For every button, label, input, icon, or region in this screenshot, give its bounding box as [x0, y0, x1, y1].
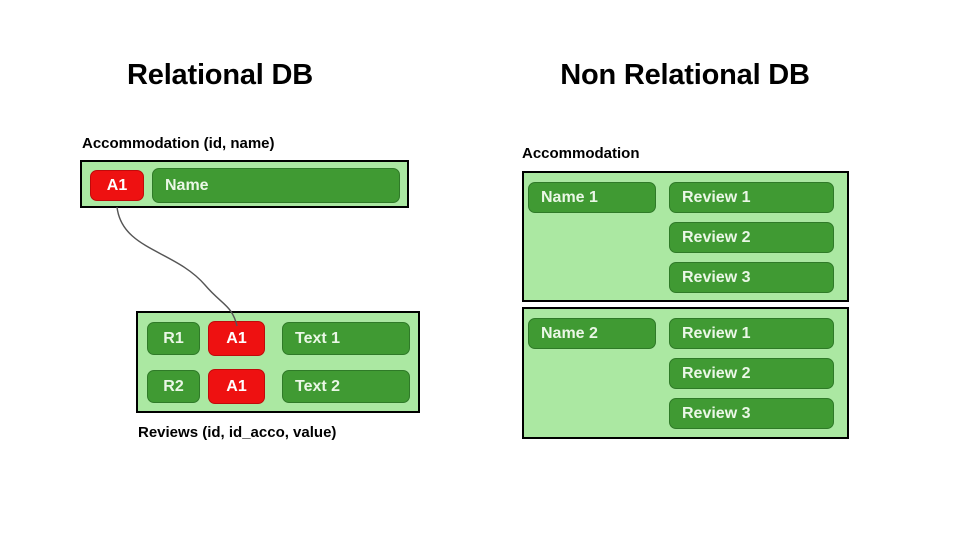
- document-2-review-3: Review 3: [669, 398, 834, 429]
- document-1-review-1: Review 1: [669, 182, 834, 213]
- reviews-row1-id-cell: R1: [147, 322, 200, 355]
- document-1-review-2: Review 2: [669, 222, 834, 253]
- accommodation-table-caption: Accommodation (id, name): [82, 135, 275, 152]
- document-2-name-field: Name 2: [528, 318, 656, 349]
- reviews-row2-value-cell: Text 2: [282, 370, 410, 403]
- reviews-row1-foreign-key-cell: A1: [208, 321, 265, 356]
- relational-db-title: Relational DB: [127, 59, 313, 91]
- document-2-review-2: Review 2: [669, 358, 834, 389]
- document-2-review-1: Review 1: [669, 318, 834, 349]
- document-1-name-field: Name 1: [528, 182, 656, 213]
- diagram-canvas: Relational DB Accommodation (id, name) A…: [0, 0, 960, 540]
- non-relational-db-title: Non Relational DB: [560, 59, 810, 91]
- accommodation-primary-key-cell: A1: [90, 170, 144, 201]
- reviews-table-caption: Reviews (id, id_acco, value): [138, 424, 337, 441]
- reviews-row2-foreign-key-cell: A1: [208, 369, 265, 404]
- accommodation-name-cell: Name: [152, 168, 400, 203]
- accommodation-collection-caption: Accommodation: [522, 145, 640, 162]
- reviews-row1-value-cell: Text 1: [282, 322, 410, 355]
- reviews-row2-id-cell: R2: [147, 370, 200, 403]
- document-1-review-3: Review 3: [669, 262, 834, 293]
